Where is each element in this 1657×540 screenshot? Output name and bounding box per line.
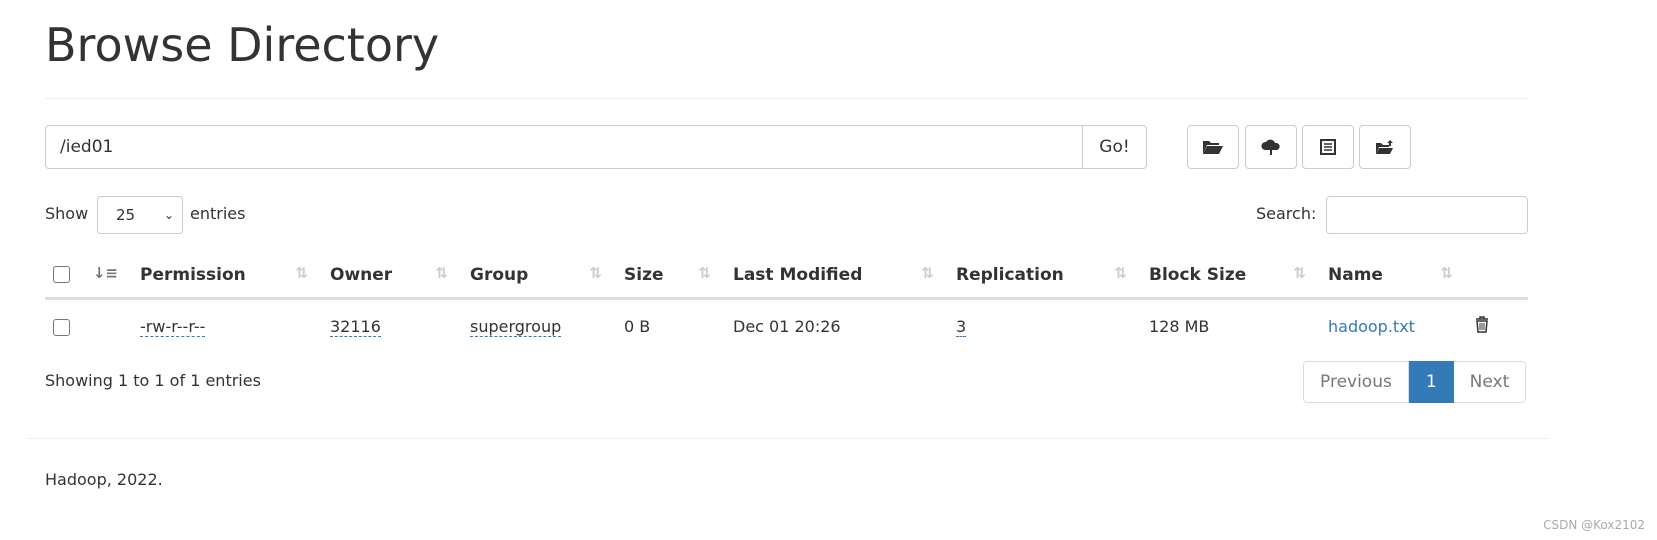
header-label: Permission <box>140 264 246 285</box>
group-value[interactable]: supergroup <box>470 316 562 337</box>
modified-value: Dec 01 20:26 <box>733 316 841 336</box>
permission-value[interactable]: -rw-r--r-- <box>140 316 206 337</box>
pagination: Previous 1 Next <box>1303 361 1527 403</box>
table-info: Showing 1 to 1 of 1 entries <box>45 371 261 390</box>
row-checkbox[interactable] <box>53 318 70 336</box>
trash-icon[interactable] <box>1475 315 1489 333</box>
header-label: Last Modified <box>733 264 863 285</box>
entries-per-page-select[interactable]: 25 ⌄ <box>97 196 183 234</box>
header-label: Group <box>470 264 529 285</box>
block-size-value: 128 MB <box>1149 316 1210 336</box>
column-header-owner[interactable]: Owner ⇅ <box>322 252 462 300</box>
header-label: Name <box>1328 264 1383 285</box>
header-label: Owner <box>330 264 393 285</box>
upload-button[interactable] <box>1245 125 1297 169</box>
entries-label: entries <box>190 204 246 223</box>
column-header-replication[interactable]: Replication ⇅ <box>948 252 1141 300</box>
sort-icon: ⇅ <box>435 264 448 282</box>
next-button[interactable]: Next <box>1453 361 1527 403</box>
folder-open-icon <box>1203 141 1223 154</box>
show-label: Show <box>45 204 89 223</box>
go-button[interactable]: Go! <box>1082 125 1147 169</box>
watermark: CSDN @Kox2102 <box>1543 518 1645 532</box>
sort-icon: ⇅ <box>1440 264 1453 282</box>
table-row: -rw-r--r-- 32116 supergroup 0 B Dec 01 2… <box>45 299 1528 353</box>
column-header-size[interactable]: Size ⇅ <box>616 252 725 300</box>
chevron-down-icon: ⌄ <box>163 208 174 222</box>
header-label: Size <box>624 264 664 285</box>
column-header-group[interactable]: Group ⇅ <box>462 252 616 300</box>
entries-value: 25 <box>116 206 136 224</box>
create-directory-button[interactable] <box>1187 125 1239 169</box>
column-header-name[interactable]: Name ⇅ <box>1320 252 1467 300</box>
select-all-header[interactable]: ↓≡ <box>45 252 132 300</box>
previous-button[interactable]: Previous <box>1303 361 1409 403</box>
sort-icon: ⇅ <box>698 264 711 282</box>
list-alt-icon <box>1320 139 1336 155</box>
sort-icon: ⇅ <box>295 264 308 282</box>
sort-icon: ⇅ <box>589 264 602 282</box>
divider <box>45 98 1528 99</box>
file-name-link[interactable]: hadoop.txt <box>1328 317 1415 336</box>
footer-text: Hadoop, 2022. <box>45 470 163 489</box>
search-input[interactable] <box>1326 196 1528 234</box>
search-label: Search: <box>1256 204 1317 223</box>
file-table: ↓≡ Permission ⇅ Owner ⇅ Group ⇅ Size ⇅ Last … <box>45 252 1528 352</box>
sort-icon: ⇅ <box>921 264 934 282</box>
owner-value[interactable]: 32116 <box>330 316 381 337</box>
header-label: Block Size <box>1149 264 1247 285</box>
size-value: 0 B <box>624 316 651 336</box>
column-header-last-modified[interactable]: Last Modified ⇅ <box>725 252 948 300</box>
sort-icon: ⇅ <box>1114 264 1127 282</box>
select-all-checkbox[interactable] <box>53 266 70 283</box>
sort-icon: ↓≡ <box>92 264 118 282</box>
page-1-button[interactable]: 1 <box>1408 361 1454 403</box>
replication-value[interactable]: 3 <box>956 316 967 337</box>
column-header-permission[interactable]: Permission ⇅ <box>132 252 322 300</box>
column-header-block-size[interactable]: Block Size ⇅ <box>1141 252 1320 300</box>
folder-arrow-icon <box>1376 140 1393 154</box>
header-label: Replication <box>956 264 1064 285</box>
move-button[interactable] <box>1359 125 1411 169</box>
cut-paste-button[interactable] <box>1302 125 1354 169</box>
page-title: Browse Directory <box>45 18 440 72</box>
column-header-actions <box>1467 252 1528 300</box>
sort-icon: ⇅ <box>1293 264 1306 282</box>
divider <box>27 438 1548 439</box>
directory-path-input[interactable] <box>45 125 1083 169</box>
cloud-upload-icon <box>1261 139 1280 155</box>
